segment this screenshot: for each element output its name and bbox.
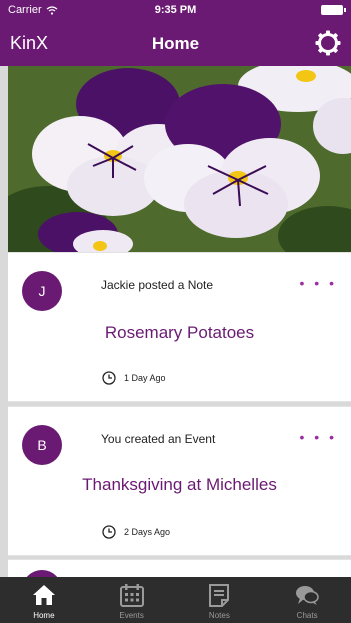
tab-label: Notes (208, 611, 230, 620)
feed-card[interactable]: J Jackie posted a Note • • • Rosemary Po… (8, 252, 351, 402)
tab-home[interactable]: Home (0, 577, 88, 623)
tab-notes[interactable]: Notes (176, 577, 264, 623)
clock-icon (102, 525, 116, 539)
avatar[interactable]: B (22, 425, 62, 465)
battery-icon (321, 5, 346, 15)
timestamp-row: 2 Days Ago (102, 525, 170, 539)
note-icon (209, 584, 230, 607)
timestamp: 2 Days Ago (124, 527, 171, 537)
chat-bubbles-icon (296, 586, 319, 605)
clock-icon (102, 371, 116, 385)
feed-headline: Jackie posted a Note (101, 278, 214, 292)
feed-card[interactable]: B You created an Event • • • Thanksgivin… (8, 406, 351, 556)
avatar[interactable]: J (22, 271, 62, 311)
status-time: 9:35 PM (154, 4, 197, 16)
calendar-icon (119, 584, 144, 607)
nav-bar: KinX Home (0, 20, 351, 66)
tab-label: Events (119, 611, 144, 620)
home-icon (32, 585, 55, 605)
feed-headline: You created an Event (101, 432, 216, 446)
feed-item-title[interactable]: Thanksgiving at Michelles (8, 475, 351, 495)
pansy-illustration (8, 66, 351, 252)
hero-image (8, 66, 351, 252)
status-bar: Carrier 9:35 PM (0, 0, 351, 20)
timestamp: 1 Day Ago (124, 373, 166, 383)
tab-bar: Home Events Notes Chats (0, 577, 351, 623)
tab-events[interactable]: Events (88, 577, 176, 623)
tab-chats[interactable]: Chats (263, 577, 351, 623)
feed-card-partial[interactable] (8, 559, 351, 578)
timestamp-row: 1 Day Ago (102, 371, 166, 385)
tab-label: Chats (296, 611, 318, 620)
feed-item-title[interactable]: Rosemary Potatoes (8, 323, 351, 343)
tab-label: Home (33, 611, 55, 620)
more-options-button[interactable]: • • • (300, 429, 337, 445)
page-title: Home (151, 34, 200, 53)
more-options-button[interactable]: • • • (300, 275, 337, 291)
gear-icon[interactable] (315, 30, 341, 56)
